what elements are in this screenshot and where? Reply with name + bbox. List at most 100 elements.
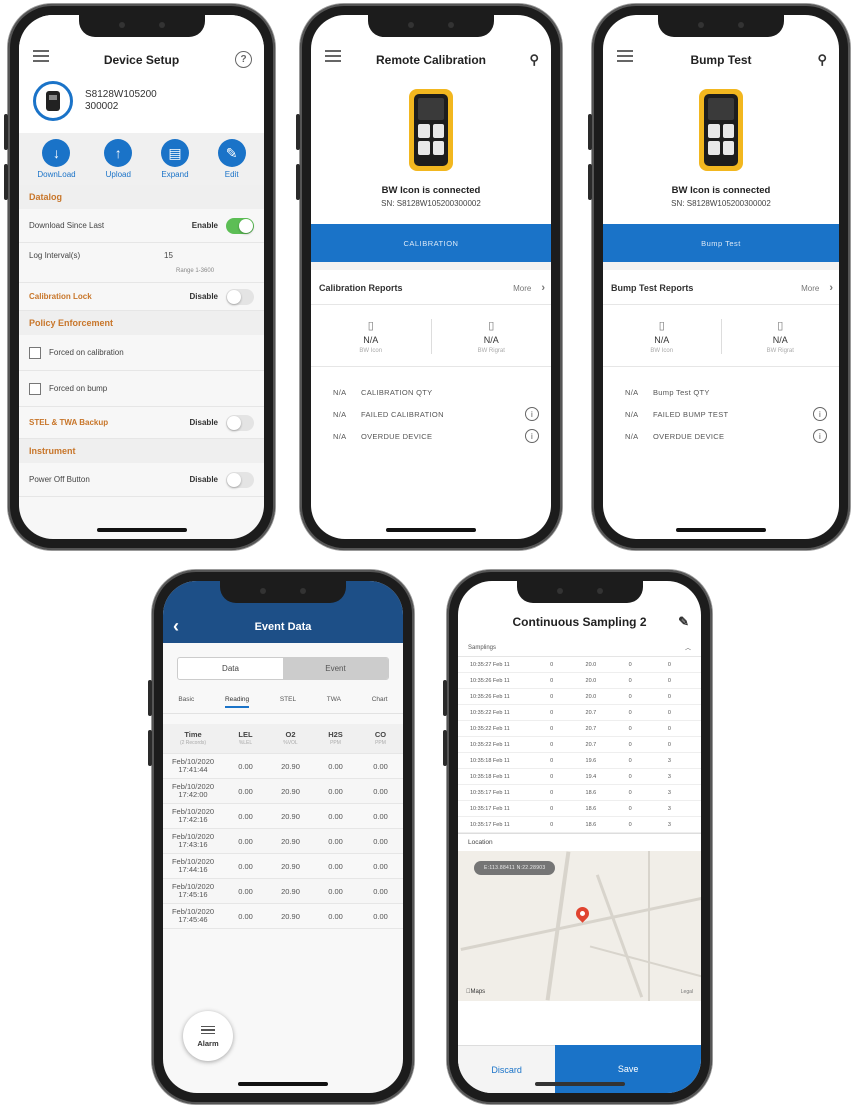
alarm-button[interactable]: Alarm (183, 1011, 233, 1061)
device-icon (46, 91, 60, 111)
expand-icon: ▤ (160, 139, 189, 167)
samplings-header[interactable]: Samplings ︿ (458, 639, 701, 657)
info-icon[interactable]: i (525, 429, 539, 443)
col-unit: PPM (375, 739, 386, 746)
calibration-lock-toggle[interactable] (226, 288, 254, 305)
edit-button[interactable]: ✎ Edit (217, 139, 246, 179)
table-row[interactable]: Feb/10/2020 17:42:16 0.00 20.90 0.00 0.00 (163, 804, 403, 829)
cell-time: Feb/10/2020 17:45:46 (163, 908, 223, 924)
power-off-value: Disable (189, 475, 218, 484)
info-icon[interactable]: i (525, 407, 539, 421)
bump-test-button[interactable]: Bump Test (603, 224, 839, 262)
edit-icon[interactable]: ✎ (678, 614, 689, 630)
device-serial: S8128W105200 300002 (85, 89, 157, 113)
menu-icon[interactable] (33, 47, 49, 65)
expand-button[interactable]: ▤ Expand (160, 139, 189, 179)
menu-icon[interactable] (617, 47, 633, 65)
table-row[interactable]: Feb/10/2020 17:45:16 0.00 20.90 0.00 0.00 (163, 879, 403, 904)
download-button[interactable]: ↓ DownLoad (37, 139, 76, 179)
col-h2s: H2S PPM (313, 730, 358, 747)
chevron-up-icon[interactable]: ︿ (685, 643, 691, 652)
forced-bump-checkbox[interactable] (29, 382, 41, 395)
tab-reading[interactable]: Reading (224, 696, 250, 708)
stel-twa-toggle[interactable] (226, 414, 254, 431)
list-item[interactable]: 10:35:26 Feb 11 0 20.0 0 0 (458, 689, 701, 705)
forced-calibration-row[interactable]: Forced on calibration (19, 335, 264, 371)
sample-value: 0 (628, 693, 632, 700)
sample-value: 0 (628, 709, 632, 716)
table-row[interactable]: Feb/10/2020 17:41:44 0.00 20.90 0.00 0.00 (163, 754, 403, 779)
sample-value: 0 (628, 805, 632, 812)
cell-h2s: 0.00 (328, 811, 343, 821)
log-interval-label: Log Interval(s) (29, 251, 81, 260)
legal-link[interactable]: Legal (681, 989, 693, 995)
list-item[interactable]: 10:35:17 Feb 11 0 18.6 0 3 (458, 801, 701, 817)
col-lel: LEL %LEL (223, 730, 268, 747)
table-row[interactable]: Feb/10/2020 17:42:00 0.00 20.90 0.00 0.00 (163, 779, 403, 804)
device-avatar[interactable] (33, 81, 73, 121)
more-link[interactable]: More (801, 284, 819, 293)
readings-table: Time (2 Records) LEL %LEL O2 %VOL H2S PPM CO… (163, 724, 403, 929)
event-data-screen: ‹ Event Data Data Event Basic Reading ST… (163, 581, 403, 1093)
detector-icon: ▯ (658, 320, 665, 332)
list-item[interactable]: 10:35:18 Feb 11 0 19.4 0 3 (458, 769, 701, 785)
tab-stel[interactable]: STEL (280, 696, 296, 708)
summary-left-value: N/A (654, 335, 670, 345)
list-item[interactable]: 10:35:26 Feb 11 0 20.0 0 0 (458, 673, 701, 689)
col-unit: %LEL (238, 739, 253, 746)
power-off-toggle[interactable] (226, 471, 254, 488)
home-indicator (96, 528, 187, 532)
list-item[interactable]: 10:35:17 Feb 11 0 18.6 0 3 (458, 817, 701, 833)
table-row[interactable]: Feb/10/2020 17:45:46 0.00 20.90 0.00 0.00 (163, 904, 403, 929)
list-item[interactable]: 10:35:22 Feb 11 0 20.7 0 0 (458, 721, 701, 737)
expand-label: Expand (161, 170, 189, 179)
calibration-lock-label: Calibration Lock (29, 292, 92, 301)
segment-data[interactable]: Data (178, 658, 283, 679)
log-interval-row: Log Interval(s) 15 Range 1-3600 (19, 243, 264, 283)
tab-chart[interactable]: Chart (372, 696, 388, 708)
log-interval-input[interactable]: 15 Range 1-3600 (164, 251, 254, 274)
forced-calibration-checkbox[interactable] (29, 346, 41, 359)
list-item[interactable]: 10:35:22 Feb 11 0 20.7 0 0 (458, 705, 701, 721)
phone-continuous-sampling: Continuous Sampling 2 ✎ Samplings ︿ 10:3… (443, 570, 712, 1104)
location-map[interactable]: E:113.88411 N:22.28903 Maps Legal (458, 851, 701, 1001)
forced-bump-row[interactable]: Forced on bump (19, 371, 264, 407)
list-item[interactable]: 10:35:18 Feb 11 0 19.6 0 3 (458, 753, 701, 769)
info-icon[interactable]: i (813, 407, 827, 421)
help-icon[interactable]: ? (235, 51, 252, 68)
sample-value: 0 (667, 677, 671, 684)
tab-twa[interactable]: TWA (327, 696, 341, 708)
cell-lel: 0.00 (238, 911, 253, 921)
stat-label: CALIBRATION QTY (361, 387, 433, 397)
info-icon[interactable]: i (813, 429, 827, 443)
sample-value: 0 (550, 773, 554, 780)
list-item[interactable]: 10:35:17 Feb 11 0 18.6 0 3 (458, 785, 701, 801)
segment-event[interactable]: Event (283, 658, 388, 679)
list-item[interactable]: 10:35:22 Feb 11 0 20.7 0 0 (458, 737, 701, 753)
stat-row: N/A OVERDUE DEVICE i (333, 425, 539, 447)
bump-test-screen: Bump Test ⚲ BW Icon is connected SN: S81… (603, 15, 839, 539)
menu-icon[interactable] (325, 47, 341, 65)
table-row[interactable]: Feb/10/2020 17:43:16 0.00 20.90 0.00 0.00 (163, 829, 403, 854)
more-link[interactable]: More (513, 284, 531, 293)
tab-basic[interactable]: Basic (178, 696, 194, 708)
upload-button[interactable]: ↑ Upload (104, 139, 133, 179)
maps-logo: Maps (466, 989, 485, 995)
bump-reports-header[interactable]: Bump Test Reports More › (603, 262, 839, 304)
calibration-button[interactable]: CALIBRATION (311, 224, 551, 262)
download-since-last-toggle[interactable] (226, 217, 254, 234)
sample-value: 0 (628, 757, 632, 764)
stel-twa-row: STEL & TWA Backup Disable (19, 407, 264, 439)
calibration-reports-header[interactable]: Calibration Reports More › (311, 262, 551, 304)
device-summary: S8128W105200 300002 (19, 77, 264, 133)
chevron-right-icon[interactable]: › (829, 282, 833, 294)
list-item[interactable]: 10:35:27 Feb 11 0 20.0 0 0 (458, 657, 701, 673)
table-row[interactable]: Feb/10/2020 17:44:16 0.00 20.90 0.00 0.00 (163, 854, 403, 879)
chevron-right-icon[interactable]: › (541, 282, 545, 294)
user-icon[interactable]: ⚲ (817, 52, 827, 68)
sample-value: 0 (667, 661, 671, 668)
back-icon[interactable]: ‹ (173, 616, 179, 637)
user-icon[interactable]: ⚲ (529, 52, 539, 68)
col-time: Time (2 Records) (163, 730, 223, 747)
alarm-icon (201, 1024, 215, 1037)
